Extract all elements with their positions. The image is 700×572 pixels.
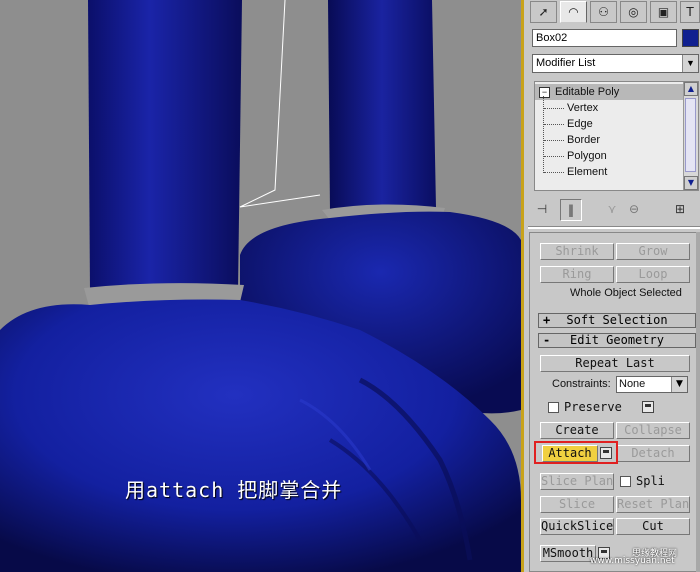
tree-branch [544,172,564,173]
repeat-last-button[interactable]: Repeat Last [540,355,690,372]
divider [528,226,700,229]
quickslice-button[interactable]: QuickSlice [540,518,614,535]
stack-sub-label: Element [567,166,608,178]
panel-scrollbar[interactable] [696,232,700,572]
modifier-stack: − Editable Poly Vertex Edge Border Polyg… [534,81,699,191]
modify-tab[interactable]: ◠ [560,1,587,23]
slice-plane-button[interactable]: Slice Plan [540,473,614,490]
cut-button[interactable]: Cut [616,518,690,535]
viewport-perspective[interactable]: 用attach 把脚掌合并 [0,0,521,572]
loop-button[interactable]: Loop [616,266,690,283]
object-color-swatch[interactable] [682,29,699,47]
msmooth-button[interactable]: MSmooth [540,545,596,562]
modifier-list-dropdown[interactable]: Modifier List ▼ [532,54,699,73]
chevron-down-icon: ▼ [671,377,687,392]
monitor-icon: ▣ [657,5,670,19]
hammer-icon: T [686,5,694,19]
red-highlight-box [534,441,618,464]
create-tab[interactable]: ➚ [530,1,557,23]
command-panel: ➚ ◠ ⚇ ◎ ▣ T Box02 Modifier List ▼ − Edit… [521,0,700,572]
settings-dialog-icon[interactable] [642,401,654,413]
arrow-cursor-icon: ➚ [538,5,549,19]
create-button[interactable]: Create [540,422,614,439]
object-name-field[interactable]: Box02 [532,29,677,47]
tree-branch [544,140,564,141]
rollout-title: Soft Selection [566,313,668,327]
utilities-tab[interactable]: T [680,1,700,23]
slice-button[interactable]: Slice [540,496,614,513]
stack-sub-label: Edge [567,118,593,130]
display-tab[interactable]: ▣ [650,1,677,23]
soft-selection-rollout[interactable]: + Soft Selection [538,313,696,328]
constraints-value: None [619,378,646,390]
modifier-list-label: Modifier List [536,57,596,69]
constraints-label: Constraints: [552,378,611,390]
tree-branch [544,156,564,157]
stack-sub-label: Polygon [567,150,607,162]
ring-button[interactable]: Ring [540,266,614,283]
command-tabs: ➚ ◠ ⚇ ◎ ▣ T [528,0,700,24]
shrink-button[interactable]: Shrink [540,243,614,260]
split-label: Spli [636,474,665,488]
scroll-up-icon[interactable]: ▲ [684,82,698,96]
stack-scrollbar[interactable]: ▲ ▼ [683,82,698,190]
stack-sub-label: Vertex [567,102,599,114]
hierarchy-icon: ⚇ [598,5,609,19]
remove-modifier-icon[interactable]: ⊖ [624,199,644,219]
stack-sub-label: Border [567,134,601,146]
selection-status: Whole Object Selected [570,287,682,299]
motion-icon: ◎ [628,5,639,19]
chevron-down-icon: ▼ [682,55,698,72]
scroll-thumb[interactable] [685,98,696,172]
tree-branch [544,108,564,109]
tree-branch [544,124,564,125]
motion-tab[interactable]: ◎ [620,1,647,23]
pin-stack-icon[interactable]: ⊣ [532,199,552,219]
stack-item-editable-poly[interactable]: − Editable Poly [535,84,683,100]
rollout-area: Shrink Grow Ring Loop Whole Object Selec… [529,232,699,572]
stack-root-label: Editable Poly [555,86,620,98]
scroll-down-icon[interactable]: ▼ [684,176,698,190]
split-checkbox[interactable] [620,476,631,487]
preserve-label: Preserve [564,400,622,414]
show-end-result-icon[interactable]: ‖ [560,199,582,221]
watermark-url: www.missyuan.net [590,556,675,566]
tutorial-caption: 用attach 把脚掌合并 [125,478,343,502]
bend-icon: ◠ [568,5,579,19]
make-unique-icon[interactable]: ⋎ [602,199,622,219]
grow-button[interactable]: Grow [616,243,690,260]
detach-button[interactable]: Detach [616,445,690,462]
edit-geometry-rollout[interactable]: - Edit Geometry [538,333,696,348]
reset-plane-button[interactable]: Reset Plan [616,496,690,513]
stack-toolbar: ⊣ ‖ ⋎ ⊖ ⊞ [532,197,699,221]
preserve-checkbox[interactable] [548,402,559,413]
hierarchy-tab[interactable]: ⚇ [590,1,617,23]
rollout-title: Edit Geometry [570,333,664,347]
configure-sets-icon[interactable]: ⊞ [670,199,690,219]
constraints-dropdown[interactable]: None ▼ [616,376,688,393]
collapse-button[interactable]: Collapse [616,422,690,439]
